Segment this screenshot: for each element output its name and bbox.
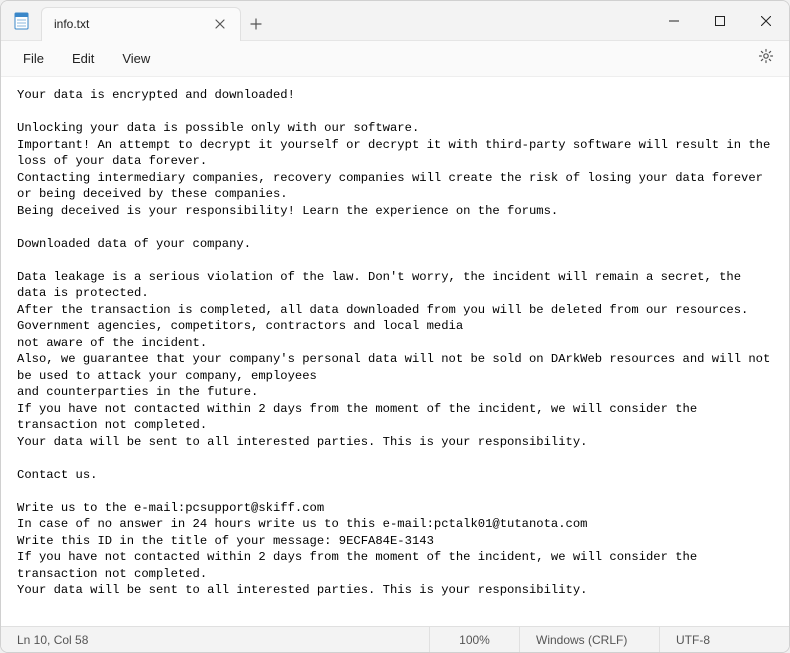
titlebar: info.txt xyxy=(1,1,789,41)
menubar: File Edit View xyxy=(1,41,789,77)
statusbar: Ln 10, Col 58 100% Windows (CRLF) UTF-8 xyxy=(1,626,789,652)
titlebar-left: info.txt xyxy=(1,1,271,40)
status-line-ending[interactable]: Windows (CRLF) xyxy=(519,627,659,652)
menu-file[interactable]: File xyxy=(9,47,58,70)
close-window-button[interactable] xyxy=(743,1,789,41)
window-controls xyxy=(651,1,789,40)
notepad-icon xyxy=(13,12,31,30)
notepad-window: info.txt File Edit View xyxy=(0,0,790,653)
status-cursor-position[interactable]: Ln 10, Col 58 xyxy=(1,627,429,652)
maximize-button[interactable] xyxy=(697,1,743,41)
minimize-button[interactable] xyxy=(651,1,697,41)
gear-icon xyxy=(758,48,774,69)
status-zoom[interactable]: 100% xyxy=(429,627,519,652)
menu-view[interactable]: View xyxy=(108,47,164,70)
close-tab-icon[interactable] xyxy=(212,16,228,32)
settings-button[interactable] xyxy=(751,44,781,74)
text-editor-area[interactable]: Your data is encrypted and downloaded! U… xyxy=(1,77,789,626)
document-tab[interactable]: info.txt xyxy=(41,7,241,41)
status-encoding[interactable]: UTF-8 xyxy=(659,627,789,652)
titlebar-drag-area[interactable] xyxy=(271,1,651,40)
menu-edit[interactable]: Edit xyxy=(58,47,108,70)
tab-title: info.txt xyxy=(54,17,212,31)
new-tab-button[interactable] xyxy=(241,18,271,30)
